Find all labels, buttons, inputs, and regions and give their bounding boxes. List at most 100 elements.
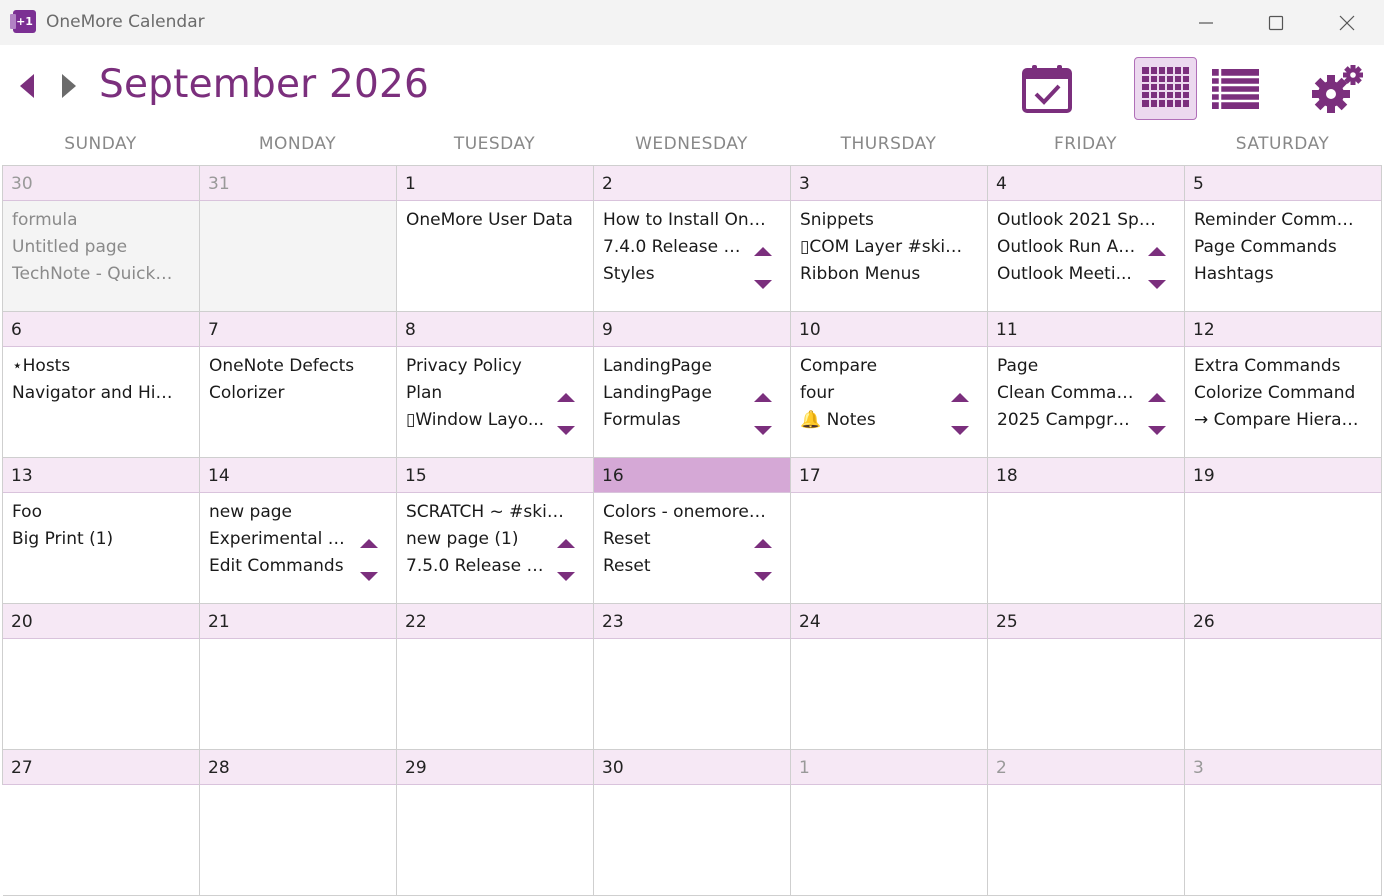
page-link[interactable]: LandingPage [603,383,743,403]
page-link[interactable]: 🔔 Notes [800,410,940,430]
day-cell[interactable]: 26 [1185,604,1382,750]
scroll-down-icon[interactable] [754,280,772,290]
day-cell[interactable]: 5 Reminder Comman... Page Commands Hashtags [1185,166,1382,312]
day-cell[interactable]: 23 [594,604,791,750]
scroll-up-icon[interactable] [754,392,772,402]
day-cell[interactable]: 3 [1185,750,1382,896]
page-link[interactable]: Extra Commands [1194,356,1362,376]
day-cell[interactable]: 21 [200,604,397,750]
previous-month-button[interactable] [16,72,40,100]
day-cell[interactable]: 6 ⋆Hosts Navigator and Hist... [3,312,200,458]
page-link[interactable]: TechNote - QuickFil... [12,264,180,284]
page-link[interactable]: 2025 Campgro... [997,410,1137,430]
page-link[interactable]: 7.5.0 Release N... [406,556,546,576]
day-cell[interactable]: 16 Colors - onemorea... Reset Reset [594,458,791,604]
day-cell[interactable]: 8 Privacy Policy Plan ▯Window Layo... [397,312,594,458]
page-link[interactable]: Compare [800,356,968,376]
page-link[interactable]: OneMore User Data [406,210,574,230]
page-link[interactable]: Page Commands [1194,237,1362,257]
day-cell[interactable]: 12 Extra Commands Colorize Command → Compar… [1185,312,1382,458]
day-cell[interactable]: 7 OneNote Defects Colorizer [200,312,397,458]
today-button[interactable] [1019,62,1075,116]
day-cell[interactable]: 25 [988,604,1185,750]
scroll-down-icon[interactable] [1148,280,1166,290]
scroll-down-icon[interactable] [557,572,575,582]
day-cell[interactable]: 10 Compare four 🔔 Notes [791,312,988,458]
page-link[interactable]: LandingPage [603,356,771,376]
scroll-up-icon[interactable] [951,392,969,402]
page-link[interactable]: formula [12,210,180,230]
day-cell[interactable]: 11 Page Clean Comman... 2025 Campgro... [988,312,1185,458]
scroll-up-icon[interactable] [360,538,378,548]
scroll-down-icon[interactable] [1148,426,1166,436]
page-link[interactable]: Clean Comman... [997,383,1137,403]
scroll-down-icon[interactable] [360,572,378,582]
day-cell[interactable]: 22 [397,604,594,750]
day-cell[interactable]: 3 Snippets ▯COM Layer #skip... . Ribbon Men… [791,166,988,312]
day-cell[interactable]: 19 [1185,458,1382,604]
day-cell[interactable]: 14 new page Experimental F... Edit Commands [200,458,397,604]
page-link[interactable]: Reset [603,529,743,549]
day-cell[interactable]: 30 formula Untitled page TechNote - QuickFi… [3,166,200,312]
page-link[interactable]: Privacy Policy [406,356,574,376]
scroll-down-icon[interactable] [754,572,772,582]
day-cell[interactable]: 18 [988,458,1185,604]
scroll-up-icon[interactable] [754,246,772,256]
day-cell[interactable]: 9 LandingPage LandingPage Formulas [594,312,791,458]
scroll-up-icon[interactable] [1148,246,1166,256]
page-link[interactable]: Reset [603,556,743,576]
page-link[interactable]: new page (1) [406,529,546,549]
day-cell[interactable]: 20 [3,604,200,750]
maximize-button[interactable] [1253,0,1299,45]
scroll-up-icon[interactable] [1148,392,1166,402]
page-link[interactable]: Colorizer [209,383,377,403]
page-link[interactable]: Navigator and Hist... [12,383,180,403]
page-link[interactable]: 7.4.0 Release N... [603,237,743,257]
day-cell[interactable]: 2 How to Install One... 7.4.0 Release N...… [594,166,791,312]
page-link[interactable]: OneNote Defects [209,356,377,376]
day-cell[interactable]: 15 SCRATCH ~ #skipwiki new page (1) 7.5.0 R… [397,458,594,604]
page-link[interactable]: Outlook Meeti... [997,264,1137,284]
page-link[interactable]: Foo [12,502,180,522]
close-button[interactable] [1324,0,1370,45]
page-link[interactable]: Outlook Run Al... [997,237,1137,257]
page-link[interactable]: four [800,383,940,403]
day-cell[interactable]: 29 [397,750,594,896]
scroll-down-icon[interactable] [557,426,575,436]
page-link[interactable]: SCRATCH ~ #skipwiki [406,502,574,522]
page-link[interactable]: How to Install One... [603,210,771,230]
day-cell[interactable]: 28 [200,750,397,896]
page-link[interactable]: Reminder Comman... [1194,210,1362,230]
day-cell[interactable]: 1 OneMore User Data [397,166,594,312]
day-cell[interactable]: 31 [200,166,397,312]
scroll-up-icon[interactable] [557,392,575,402]
scroll-up-icon[interactable] [557,538,575,548]
page-link[interactable]: Untitled page [12,237,180,257]
page-link[interactable]: → Compare Hierarc... [1194,410,1362,430]
day-cell[interactable]: 2 [988,750,1185,896]
page-link[interactable]: ▯Window Layo... [406,410,546,430]
page-link[interactable]: new page [209,502,377,522]
scroll-down-icon[interactable] [951,426,969,436]
day-cell[interactable]: 17 [791,458,988,604]
page-link[interactable]: Styles [603,264,743,284]
page-link[interactable]: Outlook 2021 Spam... [997,210,1165,230]
scroll-up-icon[interactable] [754,538,772,548]
page-link[interactable]: Colors - onemorea... [603,502,771,522]
day-cell[interactable]: 1 [791,750,988,896]
page-link[interactable]: Experimental F... [209,529,349,549]
page-link[interactable]: Big Print (1) [12,529,180,549]
next-month-button[interactable] [57,72,81,100]
page-link[interactable]: Hashtags [1194,264,1362,284]
page-link[interactable]: Colorize Command [1194,383,1362,403]
page-link[interactable]: Snippets [800,210,968,230]
page-link[interactable]: ⋆Hosts [12,356,180,376]
page-link[interactable]: Formulas [603,410,743,430]
list-view-button[interactable] [1206,62,1264,116]
day-cell[interactable]: 24 [791,604,988,750]
day-cell[interactable]: 4 Outlook 2021 Spam... Outlook Run Al... Ou… [988,166,1185,312]
scroll-down-icon[interactable] [754,426,772,436]
day-cell[interactable]: 13 Foo Big Print (1) [3,458,200,604]
day-cell[interactable]: 30 [594,750,791,896]
settings-button[interactable] [1307,62,1367,118]
